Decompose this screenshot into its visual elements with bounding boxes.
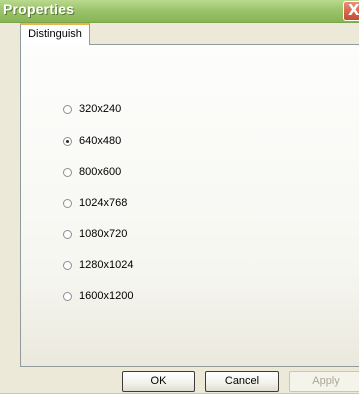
radio-option-800x600[interactable]: 800x600 <box>63 165 121 179</box>
radio-button-selected[interactable] <box>63 136 72 146</box>
radio-label: 800x600 <box>79 166 122 178</box>
radio-label: 1080x720 <box>79 228 128 240</box>
radio-option-1600x1200[interactable]: 1600x1200 <box>63 289 133 303</box>
radio-option-640x480[interactable]: 640x480 <box>63 134 121 148</box>
cancel-button[interactable]: Cancel <box>205 371 279 392</box>
radio-label: 1280x1024 <box>79 259 134 271</box>
close-icon: X <box>348 1 359 19</box>
properties-dialog: Properties X Distinguish 320x240 640x480… <box>0 0 359 394</box>
ok-button[interactable]: OK <box>122 371 195 392</box>
window-title: Properties <box>3 1 75 17</box>
radio-label: 1600x1200 <box>79 290 134 302</box>
radio-button[interactable] <box>63 104 72 114</box>
radio-option-1080x720[interactable]: 1080x720 <box>63 227 127 241</box>
radio-label: 1024x768 <box>79 197 128 209</box>
radio-option-320x240[interactable]: 320x240 <box>63 102 121 116</box>
radio-option-1280x1024[interactable]: 1280x1024 <box>63 258 133 272</box>
radio-option-1024x768[interactable]: 1024x768 <box>63 196 127 210</box>
radio-button[interactable] <box>63 198 72 208</box>
radio-label: 320x240 <box>79 103 122 115</box>
radio-button[interactable] <box>63 167 72 177</box>
radio-button[interactable] <box>63 229 72 239</box>
radio-button[interactable] <box>63 260 72 270</box>
radio-label: 640x480 <box>79 135 122 147</box>
radio-button[interactable] <box>63 291 72 301</box>
apply-button[interactable]: Apply <box>289 371 359 392</box>
title-bar[interactable]: Properties X <box>0 0 359 23</box>
tab-distinguish[interactable]: Distinguish <box>20 23 90 45</box>
close-button[interactable]: X <box>343 1 359 21</box>
